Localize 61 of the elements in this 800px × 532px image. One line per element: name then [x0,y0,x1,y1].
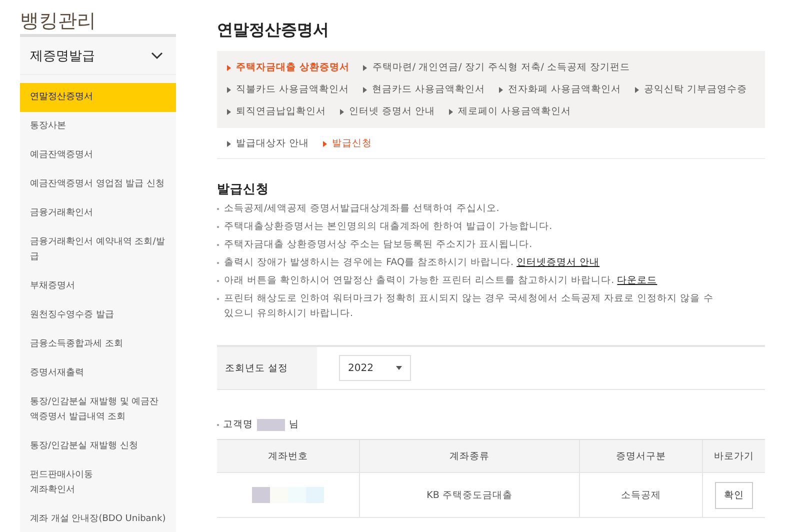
certificate-tab[interactable]: 직불카드 사용금액확인서 [227,79,350,101]
triangle-icon [227,65,231,71]
column-header: 계좌번호 [217,440,360,472]
sidebar-item[interactable]: 통장사본 [20,112,176,141]
customer-label: 고객명 [223,418,253,431]
notice-text: 주택자금대출 상환증명서상 주소는 담보등록된 주소지가 표시됩니다. [224,238,532,252]
sidebar-item[interactable]: 증명서재출력 [20,359,176,388]
certificate-tab[interactable]: 현금카드 사용금액확인서 [363,79,486,101]
sidebar-item[interactable]: 계좌 개설 안내장(BDO Unibank) [20,505,176,532]
notice-link[interactable]: 인터넷증명서 안내 [516,257,600,268]
sidebar-item[interactable]: 연말정산증명서 [20,83,176,112]
column-header: 증명서구분 [580,440,702,472]
table-cell: KB 주택중도금대출 [360,472,580,518]
triangle-icon [635,87,640,93]
column-header: 바로가기 [702,440,765,472]
certificate-tab[interactable]: 인터넷 증명서 안내 [340,101,436,123]
certificate-tab[interactable]: 제로페이 사용금액확인서 [449,101,572,123]
notice-link[interactable]: 다운로드 [617,275,658,286]
sidebar-item[interactable]: 예금잔액증명서 [20,141,176,170]
sub-tab[interactable]: 발급신청 [323,136,372,152]
sidebar-item[interactable]: 통장/인감분실 재발행 및 예금잔액증명서 발급내역 조회 [20,388,176,432]
certificate-tab[interactable]: 공익신탁 기부금영수증 [635,79,748,101]
year-dropdown[interactable]: 2022 [339,355,411,381]
caret-icon [396,366,402,370]
app-title: 뱅킹관리 [20,9,97,34]
sidebar-item[interactable]: 원천징수영수증 발급 [20,301,176,330]
sidebar-item[interactable]: 금융거래확인서 예약내역 조회/발급 [20,228,176,272]
triangle-icon [449,109,454,115]
redacted-block [257,418,285,430]
sidebar-item[interactable]: 금융소득종합과세 조회 [20,330,176,359]
customer-suffix: 님 [289,418,299,431]
sidebar-item[interactable]: 금융거래확인서 [20,199,176,228]
sidebar-section-header[interactable]: 제증명발급 [20,37,176,75]
notice-text: 주택대출상환증명서는 본인명의의 대출계좌에 한하여 발급이 가능합니다. [224,220,552,234]
section-heading: 발급신청 [217,181,270,198]
certificate-tab[interactable]: 주택마련/ 개인연금/ 장기 주식형 저축/ 소득공제 장기펀드 [363,57,630,79]
triangle-icon [363,87,368,93]
column-header: 계좌종류 [360,440,580,472]
sidebar-item[interactable]: 예금잔액증명서 영업점 발급 신청 [20,170,176,199]
sidebar-item[interactable]: 부채증명서 [20,272,176,301]
confirm-button[interactable]: 확인 [715,482,753,508]
sub-tab[interactable]: 발급대상자 안내 [227,136,310,152]
chevron-icon [151,52,163,60]
triangle-icon [340,109,344,115]
triangle-icon [363,65,368,71]
sidebar-item[interactable]: 펀드판매사이동 계좌확인서 [20,461,176,505]
page-title: 연말정산증명서 [217,20,330,41]
sidebar-item[interactable]: 통장/인감분실 재발행 신청 [20,432,176,461]
filter-label: 조회년도 설정 [217,347,317,389]
certificate-tab[interactable]: 전자화폐 사용금액확인서 [499,79,622,101]
notice-text: 출력시 장애가 발생하시는 경우에는 FAQ를 참조하시기 바랍니다. 인터넷증명서 안내 [224,256,600,270]
table-cell: 소득공제 [580,472,702,518]
triangle-icon [227,87,231,93]
triangle-icon [227,109,231,115]
certificate-tab[interactable]: 퇴직연금납입확인서 [227,101,326,123]
notice-text: 소득공제/세액공제 증명서발급대상계좌를 선택하여 주십시오. [224,202,500,216]
notice-text: 프린터 해상도로 인하여 워터마크가 정확히 표시되지 않는 경우 국세청에서 소득공제 자료로 인정하지 않을 수 있으니 유의하시기 바랍니다. [224,292,714,321]
notice-text: 아래 버튼을 확인하시어 연말정산 출력이 가능한 프린터 리스트를 참고하시기 바랍니다. 다운로드 [224,274,658,288]
triangle-icon [323,141,328,147]
triangle-icon [227,141,231,147]
triangle-icon [499,87,504,93]
